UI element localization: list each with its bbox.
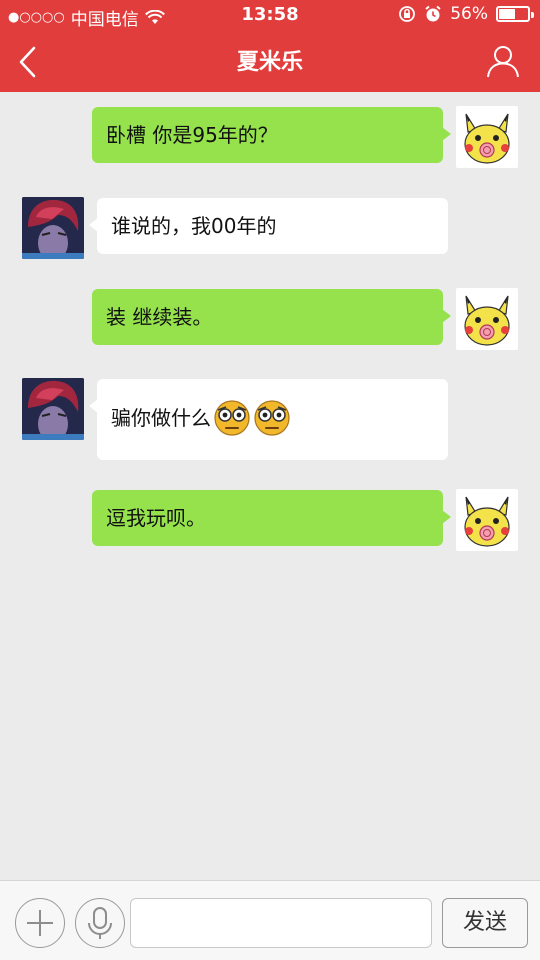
pikachu-avatar-icon [464, 113, 510, 164]
battery-level [499, 9, 515, 19]
contact-avatar[interactable] [22, 197, 84, 259]
my-message-bubble[interactable]: 卧槽 你是95年的？ [92, 107, 451, 163]
send-button[interactable]: 发送 [442, 898, 528, 948]
anime-character-avatar-icon [22, 197, 84, 259]
message-text: 骗你做什么 [111, 406, 211, 430]
add-attachment-button[interactable] [15, 898, 65, 948]
contact-profile-icon[interactable] [486, 44, 520, 78]
contact-message-bubble[interactable]: 骗你做什么 [89, 379, 448, 460]
contact-message-bubble[interactable]: 谁说的，我00年的 [89, 198, 448, 254]
battery-icon [496, 6, 534, 22]
contact-avatar[interactable] [22, 378, 84, 440]
status-bar: ●○○○○ 中国电信 13:58 56% [0, 0, 540, 30]
rotation-lock-icon [399, 6, 416, 22]
pikachu-avatar-icon [464, 496, 510, 547]
my-message-bubble[interactable]: 装 继续装。 [92, 289, 451, 345]
plus-icon [27, 910, 53, 936]
pikachu-avatar-icon [464, 295, 510, 346]
message-composer: 发送 [0, 880, 540, 960]
battery-percentage: 56% [450, 4, 488, 24]
my-avatar[interactable] [456, 106, 518, 168]
staring-face-emoji-icon [254, 400, 290, 436]
alarm-icon [425, 5, 441, 22]
message-text: 谁说的，我00年的 [111, 214, 277, 238]
top-bar: ●○○○○ 中国电信 13:58 56% 夏米乐 [0, 0, 540, 92]
my-avatar[interactable] [456, 288, 518, 350]
my-message-bubble[interactable]: 逗我玩呗。 [92, 490, 451, 546]
my-avatar[interactable] [456, 489, 518, 551]
microphone-icon [88, 907, 112, 939]
message-text: 装 继续装。 [106, 305, 213, 329]
staring-face-emoji-icon [214, 400, 250, 436]
voice-input-button[interactable] [75, 898, 125, 948]
anime-character-avatar-icon [22, 378, 84, 440]
chat-title: 夏米乐 [236, 50, 303, 75]
message-text: 卧槽 你是95年的？ [106, 123, 278, 147]
message-text: 逗我玩呗。 [106, 506, 206, 530]
message-input[interactable] [130, 898, 432, 948]
